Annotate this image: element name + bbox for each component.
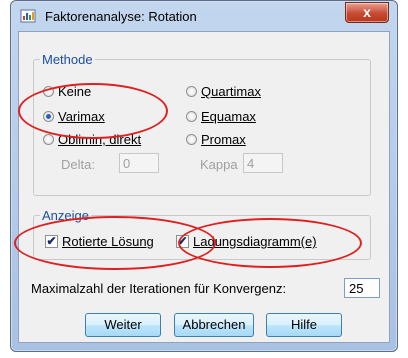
close-icon: x (363, 4, 371, 20)
checkbox-ladungsdiagramm-label: Ladungsdiagramm(e) (193, 234, 317, 249)
abbrechen-button[interactable]: Abbrechen (174, 313, 254, 337)
anzeige-legend: Anzeige (42, 208, 89, 223)
radio-equamax-label: Equamax (201, 109, 256, 124)
radio-oblimin-indicator[interactable] (43, 134, 54, 145)
radio-quartimax[interactable]: Quartimax (186, 84, 261, 99)
kappa-label: Kappa (200, 157, 238, 172)
radio-oblimin-label: Oblimin, direkt (58, 132, 142, 147)
radio-keine[interactable]: Keine (43, 84, 91, 99)
radio-equamax[interactable]: Equamax (186, 109, 256, 124)
delta-input[interactable]: 0 (119, 153, 159, 173)
rotation-dialog: Faktorenanalyse: Rotation x Methode Kein… (10, 0, 398, 352)
close-button[interactable]: x (345, 2, 389, 23)
iterations-label: Maximalzahl der Iterationen für Konverge… (31, 281, 287, 296)
hilfe-button[interactable]: Hilfe (266, 313, 342, 337)
radio-keine-indicator[interactable] (43, 86, 54, 97)
radio-varimax-indicator[interactable] (43, 111, 54, 122)
title-bar: Faktorenanalyse: Rotation x (11, 1, 397, 31)
checkbox-rotierte-loesung-box[interactable]: ✔ (45, 235, 58, 248)
methode-legend: Methode (42, 52, 93, 67)
radio-promax[interactable]: Promax (186, 132, 246, 147)
methode-group: Methode (33, 52, 371, 196)
dialog-body: Methode Keine Varimax Oblimin, direkt Qu… (18, 31, 390, 343)
radio-promax-label: Promax (201, 132, 246, 147)
radio-oblimin[interactable]: Oblimin, direkt (43, 132, 141, 147)
radio-quartimax-indicator[interactable] (186, 86, 197, 97)
radio-equamax-indicator[interactable] (186, 111, 197, 122)
checkbox-ladungsdiagramm-box[interactable]: ✔ (176, 235, 189, 248)
radio-keine-label: Keine (58, 84, 92, 99)
window-title: Faktorenanalyse: Rotation (45, 9, 197, 24)
spss-app-icon (20, 8, 36, 24)
radio-quartimax-label: Quartimax (201, 84, 261, 99)
radio-promax-indicator[interactable] (186, 134, 197, 145)
checkbox-rotierte-loesung-label: Rotierte Lösung (62, 234, 154, 249)
iterations-input[interactable]: 25 (344, 278, 380, 298)
delta-label: Delta: (61, 157, 95, 172)
radio-varimax[interactable]: Varimax (43, 109, 105, 124)
kappa-input[interactable]: 4 (243, 153, 283, 173)
checkbox-rotierte-loesung[interactable]: ✔ Rotierte Lösung (45, 234, 154, 249)
checkbox-ladungsdiagramm[interactable]: ✔ Ladungsdiagramm(e) (176, 234, 317, 249)
weiter-button[interactable]: Weiter (85, 313, 161, 337)
radio-varimax-label: Varimax (58, 109, 105, 124)
